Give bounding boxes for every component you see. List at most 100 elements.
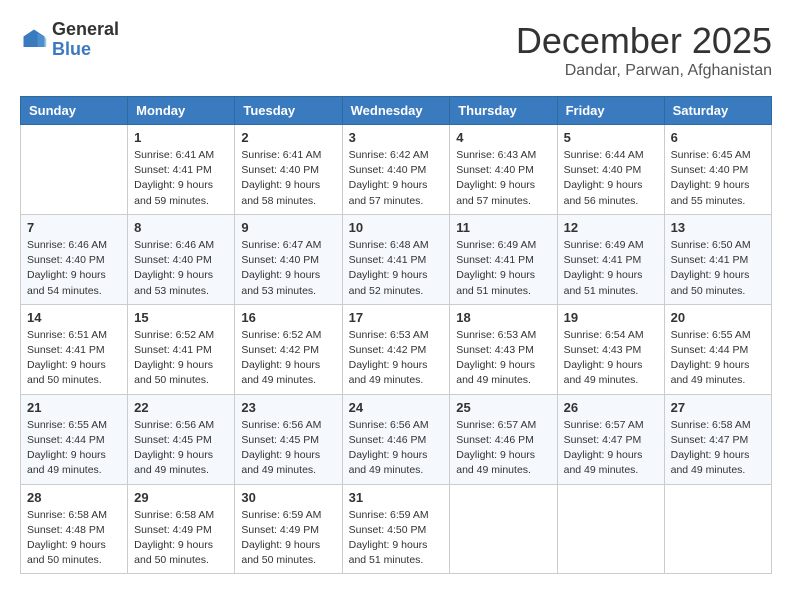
sunrise-text: Sunrise: 6:41 AM — [241, 149, 321, 161]
sunset-text: Sunset: 4:40 PM — [134, 254, 212, 266]
day-number: 20 — [671, 310, 765, 325]
location-subtitle: Dandar, Parwan, Afghanistan — [516, 62, 772, 80]
calendar-cell — [21, 125, 128, 215]
calendar-week-row: 21 Sunrise: 6:55 AM Sunset: 4:44 PM Dayl… — [21, 394, 772, 484]
daylight-text: Daylight: 9 hours and 49 minutes. — [349, 449, 428, 476]
day-info: Sunrise: 6:41 AM Sunset: 4:40 PM Dayligh… — [241, 148, 335, 209]
calendar-cell: 15 Sunrise: 6:52 AM Sunset: 4:41 PM Dayl… — [128, 304, 235, 394]
sunrise-text: Sunrise: 6:43 AM — [456, 149, 536, 161]
day-number: 10 — [349, 220, 444, 235]
calendar-week-row: 7 Sunrise: 6:46 AM Sunset: 4:40 PM Dayli… — [21, 214, 772, 304]
day-number: 8 — [134, 220, 228, 235]
daylight-text: Daylight: 9 hours and 49 minutes. — [564, 359, 643, 386]
day-number: 2 — [241, 130, 335, 145]
daylight-text: Daylight: 9 hours and 49 minutes. — [27, 449, 106, 476]
day-info: Sunrise: 6:42 AM Sunset: 4:40 PM Dayligh… — [349, 148, 444, 209]
daylight-text: Daylight: 9 hours and 49 minutes. — [134, 449, 213, 476]
day-number: 30 — [241, 490, 335, 505]
day-info: Sunrise: 6:47 AM Sunset: 4:40 PM Dayligh… — [241, 238, 335, 299]
daylight-text: Daylight: 9 hours and 50 minutes. — [134, 359, 213, 386]
sunrise-text: Sunrise: 6:41 AM — [134, 149, 214, 161]
day-info: Sunrise: 6:55 AM Sunset: 4:44 PM Dayligh… — [671, 328, 765, 389]
day-header-monday: Monday — [128, 97, 235, 125]
month-title: December 2025 — [516, 20, 772, 62]
day-header-sunday: Sunday — [21, 97, 128, 125]
calendar-cell: 9 Sunrise: 6:47 AM Sunset: 4:40 PM Dayli… — [235, 214, 342, 304]
calendar-cell: 30 Sunrise: 6:59 AM Sunset: 4:49 PM Dayl… — [235, 484, 342, 574]
daylight-text: Daylight: 9 hours and 57 minutes. — [456, 179, 535, 206]
calendar-cell: 13 Sunrise: 6:50 AM Sunset: 4:41 PM Dayl… — [664, 214, 771, 304]
sunset-text: Sunset: 4:40 PM — [241, 164, 319, 176]
day-number: 27 — [671, 400, 765, 415]
sunset-text: Sunset: 4:41 PM — [134, 344, 212, 356]
sunset-text: Sunset: 4:41 PM — [134, 164, 212, 176]
sunset-text: Sunset: 4:45 PM — [134, 434, 212, 446]
sunrise-text: Sunrise: 6:44 AM — [564, 149, 644, 161]
calendar-cell: 27 Sunrise: 6:58 AM Sunset: 4:47 PM Dayl… — [664, 394, 771, 484]
calendar-cell: 21 Sunrise: 6:55 AM Sunset: 4:44 PM Dayl… — [21, 394, 128, 484]
day-info: Sunrise: 6:58 AM Sunset: 4:48 PM Dayligh… — [27, 508, 121, 569]
daylight-text: Daylight: 9 hours and 55 minutes. — [671, 179, 750, 206]
sunrise-text: Sunrise: 6:55 AM — [27, 419, 107, 431]
calendar-cell: 19 Sunrise: 6:54 AM Sunset: 4:43 PM Dayl… — [557, 304, 664, 394]
daylight-text: Daylight: 9 hours and 50 minutes. — [241, 539, 320, 566]
daylight-text: Daylight: 9 hours and 49 minutes. — [456, 359, 535, 386]
day-number: 1 — [134, 130, 228, 145]
calendar-cell — [557, 484, 664, 574]
day-info: Sunrise: 6:49 AM Sunset: 4:41 PM Dayligh… — [456, 238, 550, 299]
calendar-table: SundayMondayTuesdayWednesdayThursdayFrid… — [20, 96, 772, 574]
daylight-text: Daylight: 9 hours and 58 minutes. — [241, 179, 320, 206]
day-number: 12 — [564, 220, 658, 235]
calendar-week-row: 28 Sunrise: 6:58 AM Sunset: 4:48 PM Dayl… — [21, 484, 772, 574]
day-number: 11 — [456, 220, 550, 235]
day-number: 18 — [456, 310, 550, 325]
sunset-text: Sunset: 4:40 PM — [564, 164, 642, 176]
sunrise-text: Sunrise: 6:56 AM — [241, 419, 321, 431]
day-info: Sunrise: 6:56 AM Sunset: 4:45 PM Dayligh… — [134, 418, 228, 479]
sunset-text: Sunset: 4:41 PM — [671, 254, 749, 266]
day-info: Sunrise: 6:44 AM Sunset: 4:40 PM Dayligh… — [564, 148, 658, 209]
sunset-text: Sunset: 4:41 PM — [27, 344, 105, 356]
sunrise-text: Sunrise: 6:56 AM — [134, 419, 214, 431]
day-info: Sunrise: 6:51 AM Sunset: 4:41 PM Dayligh… — [27, 328, 121, 389]
sunset-text: Sunset: 4:49 PM — [134, 524, 212, 536]
calendar-cell: 7 Sunrise: 6:46 AM Sunset: 4:40 PM Dayli… — [21, 214, 128, 304]
sunrise-text: Sunrise: 6:59 AM — [349, 509, 429, 521]
sunset-text: Sunset: 4:50 PM — [349, 524, 427, 536]
logo-text: General Blue — [52, 20, 119, 60]
day-number: 9 — [241, 220, 335, 235]
calendar-cell: 16 Sunrise: 6:52 AM Sunset: 4:42 PM Dayl… — [235, 304, 342, 394]
daylight-text: Daylight: 9 hours and 52 minutes. — [349, 269, 428, 296]
day-number: 28 — [27, 490, 121, 505]
sunset-text: Sunset: 4:40 PM — [456, 164, 534, 176]
sunrise-text: Sunrise: 6:57 AM — [456, 419, 536, 431]
day-number: 23 — [241, 400, 335, 415]
sunrise-text: Sunrise: 6:51 AM — [27, 329, 107, 341]
calendar-cell: 20 Sunrise: 6:55 AM Sunset: 4:44 PM Dayl… — [664, 304, 771, 394]
calendar-cell: 6 Sunrise: 6:45 AM Sunset: 4:40 PM Dayli… — [664, 125, 771, 215]
day-number: 22 — [134, 400, 228, 415]
sunrise-text: Sunrise: 6:48 AM — [349, 239, 429, 251]
day-number: 6 — [671, 130, 765, 145]
sunset-text: Sunset: 4:42 PM — [241, 344, 319, 356]
day-info: Sunrise: 6:55 AM Sunset: 4:44 PM Dayligh… — [27, 418, 121, 479]
daylight-text: Daylight: 9 hours and 49 minutes. — [671, 359, 750, 386]
day-info: Sunrise: 6:57 AM Sunset: 4:47 PM Dayligh… — [564, 418, 658, 479]
daylight-text: Daylight: 9 hours and 53 minutes. — [134, 269, 213, 296]
sunset-text: Sunset: 4:41 PM — [564, 254, 642, 266]
sunset-text: Sunset: 4:40 PM — [671, 164, 749, 176]
day-info: Sunrise: 6:49 AM Sunset: 4:41 PM Dayligh… — [564, 238, 658, 299]
day-number: 3 — [349, 130, 444, 145]
day-number: 16 — [241, 310, 335, 325]
sunset-text: Sunset: 4:47 PM — [564, 434, 642, 446]
day-info: Sunrise: 6:58 AM Sunset: 4:49 PM Dayligh… — [134, 508, 228, 569]
calendar-cell: 29 Sunrise: 6:58 AM Sunset: 4:49 PM Dayl… — [128, 484, 235, 574]
sunset-text: Sunset: 4:44 PM — [671, 344, 749, 356]
daylight-text: Daylight: 9 hours and 49 minutes. — [456, 449, 535, 476]
calendar-week-row: 14 Sunrise: 6:51 AM Sunset: 4:41 PM Dayl… — [21, 304, 772, 394]
calendar-cell: 10 Sunrise: 6:48 AM Sunset: 4:41 PM Dayl… — [342, 214, 450, 304]
sunrise-text: Sunrise: 6:52 AM — [134, 329, 214, 341]
day-info: Sunrise: 6:59 AM Sunset: 4:49 PM Dayligh… — [241, 508, 335, 569]
daylight-text: Daylight: 9 hours and 49 minutes. — [671, 449, 750, 476]
calendar-cell: 2 Sunrise: 6:41 AM Sunset: 4:40 PM Dayli… — [235, 125, 342, 215]
